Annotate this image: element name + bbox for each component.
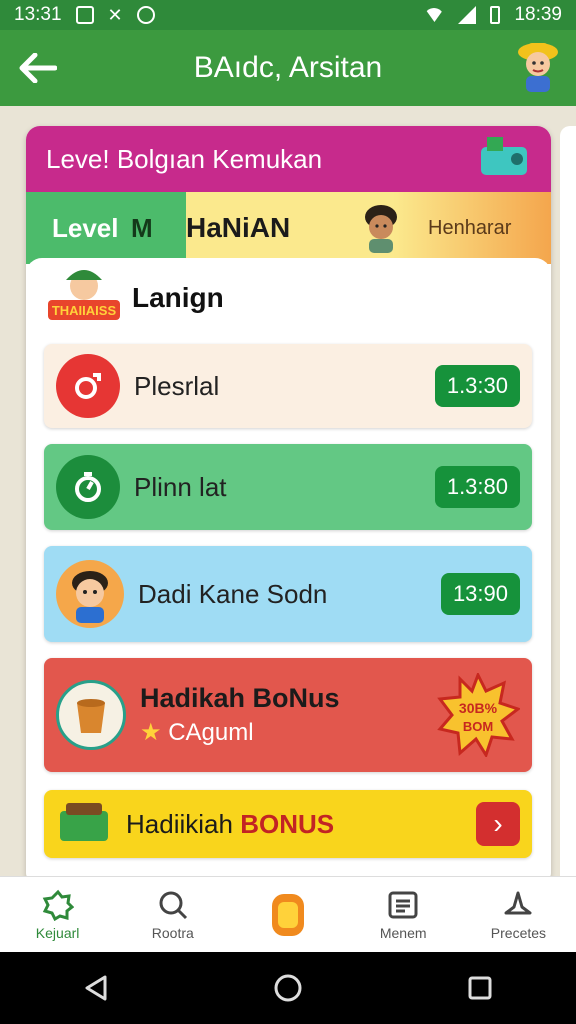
panel-header: THAIIAISS Lanign [26, 258, 551, 338]
level-label: Level [52, 212, 119, 243]
back-triangle-icon[interactable] [74, 966, 118, 1010]
star-icon: ★ [140, 719, 162, 746]
status-time-left: 13:31 [14, 4, 62, 25]
wifi-icon [424, 8, 445, 22]
battery-icon [490, 6, 501, 24]
profile-avatar[interactable] [500, 30, 576, 106]
notification-icon [75, 6, 94, 24]
app-notification-icon [136, 6, 155, 24]
coin-icon [268, 890, 308, 940]
nav-label: Rootra [151, 924, 194, 941]
bonus-bar-label-bold: BONUS [240, 808, 335, 839]
grid-notification-icon: ✕ [107, 4, 123, 25]
logo-text: THAIIAISS [52, 303, 117, 318]
panel-title: Lanign [132, 282, 224, 313]
bottom-nav: Kejuarl Rootra Menem Precetes [0, 876, 576, 952]
nav-label: Menem [379, 924, 427, 941]
bonus-bar-label-plain: Hadiikiah [126, 808, 233, 839]
bonus-burst-badge: 30B% BOM [436, 673, 520, 757]
list-item-timer: 1.3:30 [434, 365, 520, 407]
list-item-dadi-kane-sodn[interactable]: Dadi Kane Sodn 13:90 [44, 546, 532, 642]
recents-square-icon[interactable] [458, 966, 502, 1010]
game-logo: THAIIAISS [44, 264, 124, 333]
nav-item-precetes[interactable]: Precetes [461, 877, 576, 952]
profile-icon [502, 889, 534, 921]
level-right-label: Henharar [428, 216, 512, 239]
bonus-subtitle-row: ★ CAguml [140, 718, 436, 747]
app-bar: BAıdc, Arsitan [0, 30, 576, 106]
list-item-plinn-lat[interactable]: Plinn lat 1.3:80 [44, 444, 532, 530]
nav-item-menem[interactable]: Menem [346, 877, 461, 952]
burst-line1: 30B% [459, 700, 498, 716]
burst-line2: BOM [463, 719, 493, 734]
bonus-texts: Hadikah BoNus ★ CAguml [126, 683, 436, 747]
character-avatar-icon [346, 203, 416, 253]
level-card: Leve! Bolgıan Kemukan Level M HaNiAN Hen… [26, 126, 551, 886]
character-avatar-icon [56, 560, 124, 628]
search-icon [157, 889, 189, 921]
bonus-bar[interactable]: Hadiikiah BONUS › [44, 790, 532, 858]
nav-label: Kejuarl [35, 924, 80, 941]
bonus-title: Hadikah BoNus [140, 683, 340, 713]
bucket-icon [56, 680, 126, 750]
card-header-title: Leve! Bolgıan Kemukan [46, 143, 323, 174]
list-item-label: Plesrlal [134, 370, 220, 401]
gift-box-icon [56, 799, 112, 850]
signal-icon [458, 6, 477, 24]
level-value: M [131, 212, 153, 243]
nav-label: Precetes [490, 924, 547, 941]
status-time-right: 18:39 [514, 4, 562, 25]
list-item-label: Plinn lat [134, 471, 227, 502]
back-arrow-icon[interactable] [0, 30, 76, 106]
system-nav-bar [0, 952, 576, 1024]
nav-item-rootra[interactable]: Rootra [115, 877, 230, 952]
star-badge-icon [42, 889, 74, 921]
list-item-timer: 13:90 [440, 573, 520, 615]
basket-icon[interactable] [477, 133, 531, 186]
next-card-edge [560, 126, 576, 886]
timer-icon [56, 455, 120, 519]
chevron-right-button[interactable]: › [476, 802, 520, 846]
level-name: HaNiAN [186, 212, 291, 243]
bonus-subtitle: CAguml [168, 719, 254, 746]
list-item-plesrlal[interactable]: Plesrlal 1.3:30 [44, 344, 532, 428]
bonus-bar-label: Hadiikiah BONUS [112, 809, 476, 840]
level-strip: Level M HaNiAN Henharar [26, 192, 551, 264]
nav-item-kejuarl[interactable]: Kejuarl [0, 877, 115, 952]
menu-list-icon [387, 889, 419, 921]
list-item-label: Dadi Kane Sodn [138, 578, 328, 609]
app-title: BAıdc, Arsitan [193, 51, 383, 84]
card-header: Leve! Bolgıan Kemukan [26, 126, 551, 192]
nav-item-coin[interactable] [230, 877, 345, 952]
status-bar: 13:31 ✕ 18:39 [0, 0, 576, 30]
camera-icon [56, 354, 120, 418]
bonus-card[interactable]: Hadikah BoNus ★ CAguml 30B% BOM [44, 658, 532, 772]
home-circle-icon[interactable] [266, 966, 310, 1010]
list-item-timer: 1.3:80 [434, 466, 520, 508]
